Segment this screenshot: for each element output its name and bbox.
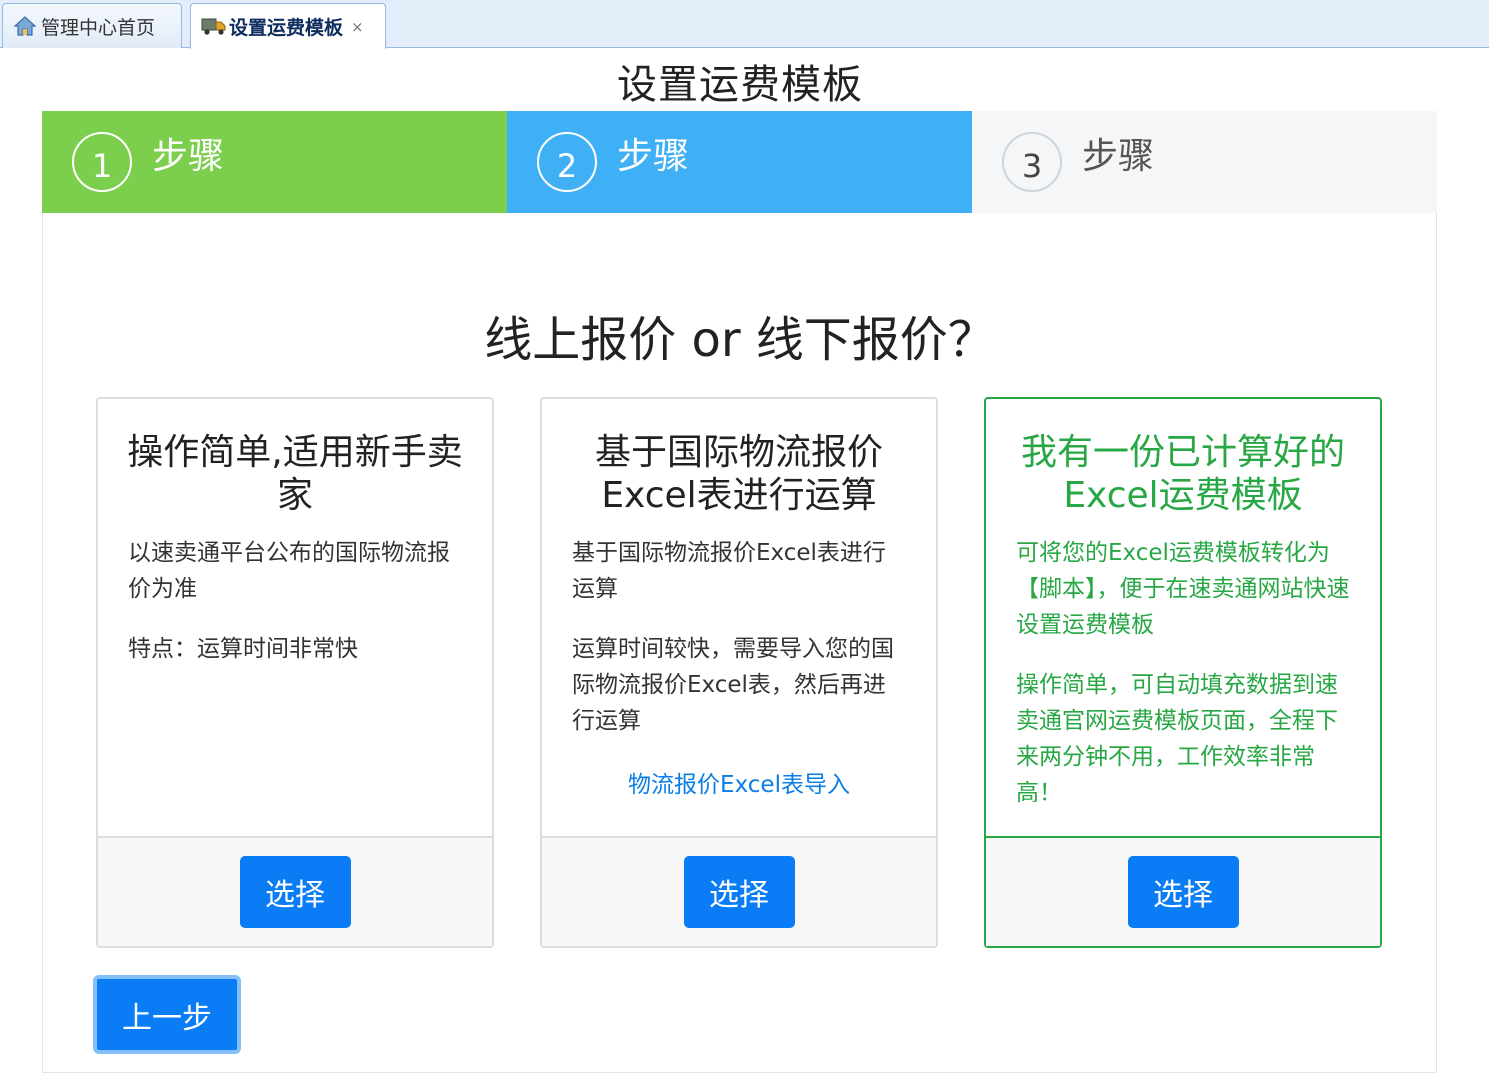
option-card-excel-template: 我有一份已计算好的Excel运费模板 可将您的Excel运费模板转化为【脚本】，… [984,397,1382,948]
step-label: 步骤 [617,136,690,177]
option-card-excel-quote: 基于国际物流报价Excel表进行运算 基于国际物流报价Excel表进行运算 运算… [540,397,938,948]
step-bar: 1 步骤 2 步骤 3 步骤 [42,111,1437,213]
card-feature: 特点：运算时间非常快 [128,636,358,662]
card-footer: 选择 [986,836,1380,946]
previous-step-button[interactable]: 上一步 [93,975,241,1054]
close-icon[interactable]: × [351,18,364,36]
tab-label: 管理中心首页 [41,16,156,39]
truck-icon [201,16,226,38]
card-title: 基于国际物流报价Excel表进行运算 [594,432,883,516]
card-title: 我有一份已计算好的Excel运费模板 [1020,432,1345,516]
card-footer: 选择 [98,836,492,946]
card-feature: 操作简单，可自动填充数据到速卖通官网运费模板页面，全程下来两分钟不用，工作效率非… [1016,672,1338,806]
tab-bar: 管理中心首页 设置运费模板 × [0,0,1489,49]
step-label: 步骤 [152,136,225,177]
card-feature: 运算时间较快，需要导入您的国际物流报价Excel表，然后再进行运算 [572,636,894,734]
select-button[interactable]: 选择 [239,856,351,928]
step-number: 1 [72,132,132,192]
step-number: 2 [537,132,597,192]
option-card-online: 操作简单,适用新手卖家 以速卖通平台公布的国际物流报价为准 特点：运算时间非常快… [96,397,494,948]
card-description: 基于国际物流报价Excel表进行运算 [572,540,886,602]
card-description: 可将您的Excel运费模板转化为【脚本】，便于在速卖通网站快速设置运费模板 [1016,540,1350,638]
step-2: 2 步骤 [507,111,972,213]
question-heading: 线上报价 or 线下报价？ [484,312,996,368]
card-footer: 选择 [542,836,936,946]
tab-shipping-template[interactable]: 设置运费模板 × [190,3,386,49]
step-1: 1 步骤 [42,111,507,213]
select-button[interactable]: 选择 [1127,856,1239,928]
step-label: 步骤 [1082,136,1155,177]
tab-admin-home[interactable]: 管理中心首页 [2,3,182,48]
page-title: 设置运费模板 [617,62,863,108]
select-button[interactable]: 选择 [683,856,795,928]
import-excel-link[interactable]: 物流报价Excel表导入 [542,765,936,799]
card-description: 以速卖通平台公布的国际物流报价为准 [128,540,450,602]
home-icon [13,15,37,37]
step-3: 3 步骤 [972,111,1437,213]
tab-label: 设置运费模板 [229,17,344,39]
step-number: 3 [1002,132,1062,192]
card-title: 操作简单,适用新手卖家 [127,432,463,516]
